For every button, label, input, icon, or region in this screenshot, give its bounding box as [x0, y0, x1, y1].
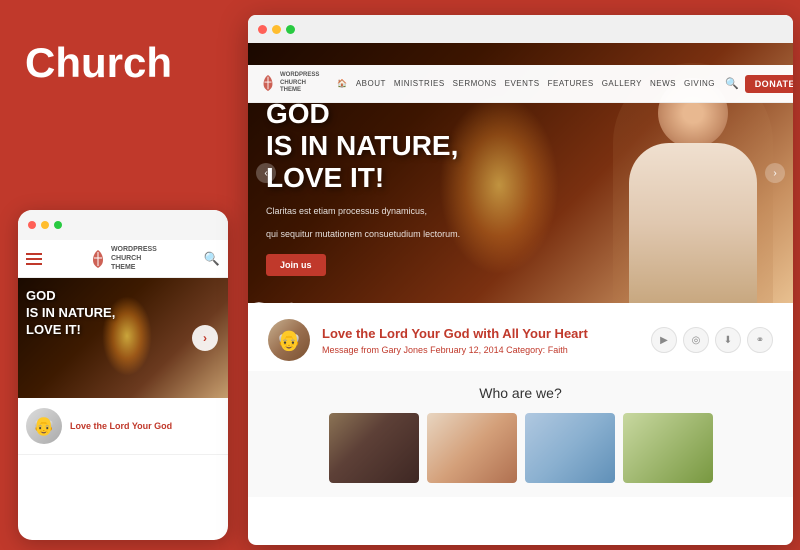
mobile-dot-red [28, 221, 36, 229]
sermon-actions: ▶ ◎ ⬇ ⚭ [651, 327, 773, 353]
mobile-dot-green [54, 221, 62, 229]
sermon-meta: Message from Gary Jones February 12, 201… [322, 345, 639, 355]
who-title: Who are we? [268, 385, 773, 401]
join-button[interactable]: Join us [266, 254, 326, 276]
desktop-nav-logo: WORDPRESSCHURCHTHEME [260, 72, 319, 95]
mobile-hero: GOD IS IN NATURE, LOVE IT! › [18, 278, 228, 398]
who-images [268, 413, 773, 483]
sermon-author[interactable]: Gary Jones [382, 345, 428, 355]
nav-item-sermons[interactable]: SERMONS [453, 79, 497, 88]
sermon-share-button[interactable]: ⚭ [747, 327, 773, 353]
sermon-download-button[interactable]: ⬇ [715, 327, 741, 353]
hero-line2: IS IN NATURE, [266, 130, 460, 162]
mobile-mockup: WORDPRESSCHURCHTHEME 🔍 GOD IS IN NATURE,… [18, 210, 228, 540]
mobile-hero-line2: IS IN NATURE, [26, 305, 115, 322]
mobile-dot-yellow [41, 221, 49, 229]
nav-logo-icon [260, 73, 276, 93]
hero-desc-line2: qui sequitur mutationem consuetudium lec… [266, 228, 460, 242]
mobile-sermon-card: 👴 Love the Lord Your God [18, 398, 228, 455]
mobile-logo-icon [89, 248, 107, 270]
mobile-search-icon[interactable]: 🔍 [204, 251, 220, 267]
hero-desc-line1: Claritas est etiam processus dynamicus, [266, 205, 460, 219]
desktop-nav: WORDPRESSCHURCHTHEME 🏠 ABOUT MINISTRIES … [248, 65, 793, 103]
left-panel: Church Theme By vamtam WORDPRESSCHURCHTH… [0, 0, 240, 550]
mobile-avatar: 👴 [26, 408, 62, 444]
sermon-info: Love the Lord Your God with All Your Hea… [322, 326, 639, 355]
nav-item-home[interactable]: 🏠 [337, 79, 347, 88]
nav-item-about[interactable]: ABOUT [356, 79, 386, 88]
nav-logo-text: WORDPRESSCHURCHTHEME [280, 72, 319, 95]
mobile-hero-line1: GOD [26, 288, 115, 305]
sermon-title[interactable]: Love the Lord Your God with All Your Hea… [322, 326, 639, 341]
desktop-dot-red [258, 25, 267, 34]
mobile-hero-text: GOD IS IN NATURE, LOVE IT! [26, 288, 115, 339]
sermon-date: February 12, 2014 [430, 345, 504, 355]
hero-line3: LOVE IT! [266, 162, 460, 194]
mobile-top-bar [18, 210, 228, 240]
mobile-card-text: Love the Lord Your God [70, 420, 172, 433]
desktop-mockup: NEXT BIG EVENT IN 37 DAYS 13 HOURS 03 MI… [248, 15, 793, 545]
who-section: Who are we? [248, 371, 793, 497]
nav-item-ministries[interactable]: MINISTRIES [394, 79, 445, 88]
nav-items: 🏠 ABOUT MINISTRIES SERMONS EVENTS FEATUR… [337, 79, 715, 88]
who-image-3 [525, 413, 615, 483]
sermon-category[interactable]: Faith [548, 345, 568, 355]
sermon-audio-button[interactable]: ◎ [683, 327, 709, 353]
who-image-1 [329, 413, 419, 483]
hero-person-body [629, 143, 757, 303]
mobile-hero-line3: LOVE IT! [26, 322, 115, 339]
sermon-category-prefix: Category: [506, 345, 545, 355]
nav-actions: 🔍 Donate [725, 75, 793, 93]
hero-prev-arrow[interactable]: ‹ [256, 163, 276, 183]
nav-item-news[interactable]: NEWS [650, 79, 676, 88]
mobile-nav: WORDPRESSCHURCHTHEME 🔍 [18, 240, 228, 278]
nav-item-events[interactable]: EVENTS [505, 79, 540, 88]
donate-button[interactable]: Donate [745, 75, 793, 93]
nav-item-gallery[interactable]: GALLERY [602, 79, 642, 88]
who-image-2 [427, 413, 517, 483]
sermon-play-button[interactable]: ▶ [651, 327, 677, 353]
mobile-next-arrow[interactable]: › [192, 325, 218, 351]
mobile-logo-text: WORDPRESSCHURCHTHEME [111, 245, 157, 272]
hamburger-icon[interactable] [26, 253, 42, 265]
nav-item-features[interactable]: FEATURES [548, 79, 594, 88]
sermon-card: 👴 Love the Lord Your God with All Your H… [248, 305, 793, 376]
sermon-meta-prefix: Message from [322, 345, 379, 355]
nav-item-giving[interactable]: GIVING [684, 79, 715, 88]
desktop-top-bar [248, 15, 793, 43]
hero-next-arrow[interactable]: › [765, 163, 785, 183]
sermon-avatar: 👴 [268, 319, 310, 361]
desktop-dot-yellow [272, 25, 281, 34]
mobile-logo: WORDPRESSCHURCHTHEME [89, 245, 157, 272]
who-image-4 [623, 413, 713, 483]
desktop-dot-green [286, 25, 295, 34]
nav-search-icon[interactable]: 🔍 [725, 77, 739, 90]
hero-text: GOD IS IN NATURE, LOVE IT! Claritas est … [266, 98, 460, 276]
